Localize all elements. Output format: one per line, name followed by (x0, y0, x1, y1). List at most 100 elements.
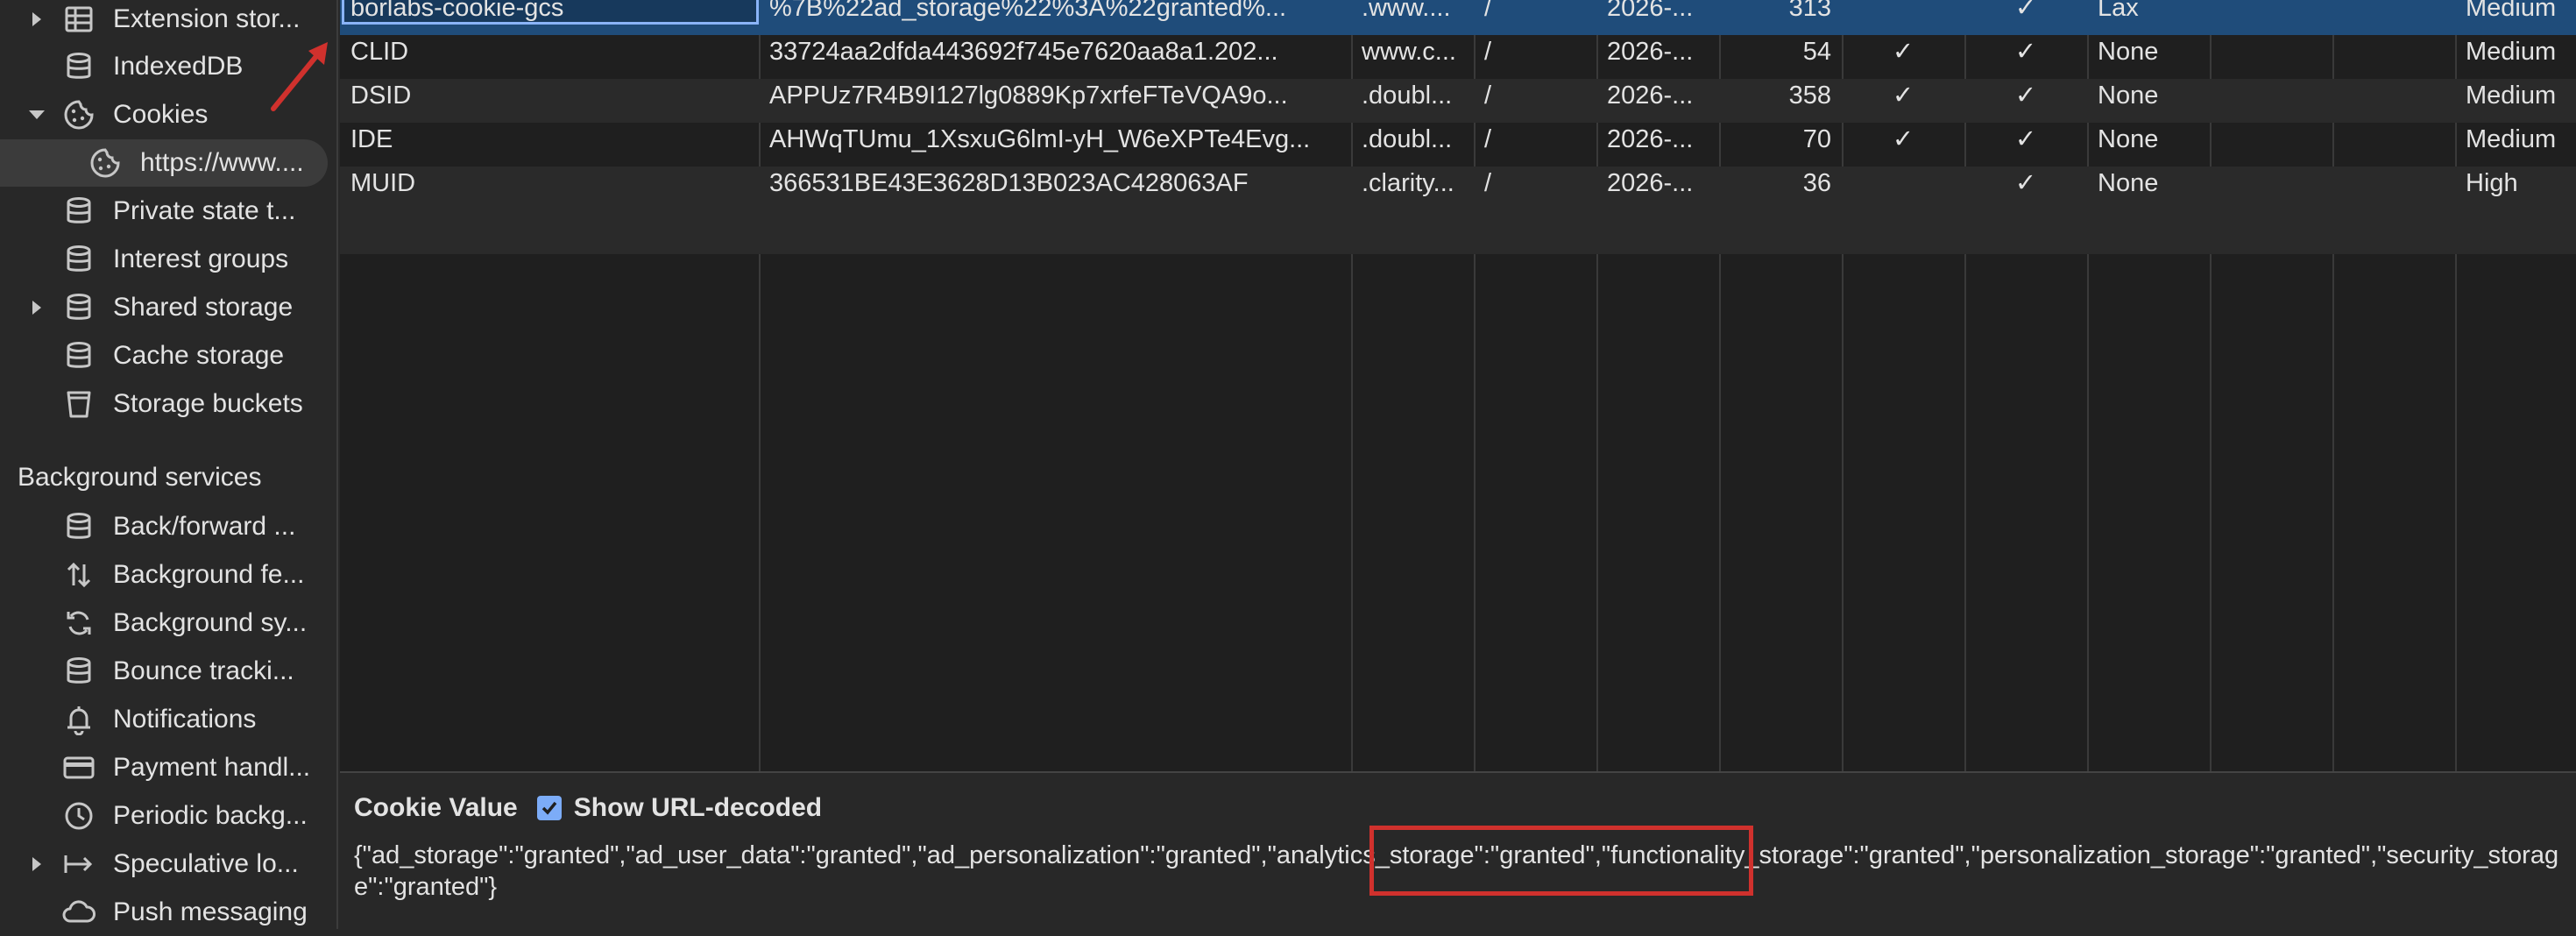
expand-triangle-icon[interactable] (28, 855, 46, 873)
cell-secure[interactable]: ✓ (1964, 123, 2087, 167)
sidebar-item-bounce-tracking[interactable]: Bounce tracki... (0, 648, 336, 695)
cell-name[interactable]: CLID (340, 35, 759, 79)
cell-name[interactable]: borlabs-cookie-gcs (340, 0, 759, 35)
cell-priority[interactable]: High (2455, 167, 2576, 210)
table-row[interactable]: borlabs-cookie-gcs %7B%22ad_storage%22%3… (340, 0, 2576, 35)
sidebar-item-label: Payment handl... (113, 753, 311, 782)
sidebar-item-interest-groups[interactable]: Interest groups (0, 236, 336, 283)
sidebar-item-payment-handler[interactable]: Payment handl... (0, 744, 336, 791)
bell-icon (60, 700, 98, 739)
cell-domain[interactable]: .doubl... (1351, 123, 1474, 167)
cell-size[interactable]: 36 (1719, 167, 1842, 210)
cell-name[interactable]: IDE (340, 123, 759, 167)
sidebar-item-label: Back/forward ... (113, 512, 296, 541)
cell-domain[interactable]: .www.... (1351, 0, 1474, 35)
cookie-value-before: {"ad_storage":"granted","ad_user_data":"… (354, 841, 1268, 869)
cell-priority[interactable]: Medium (2455, 35, 2576, 79)
sidebar-item-periodic-background-sync[interactable]: Periodic backg... (0, 792, 336, 840)
clock-icon (60, 797, 98, 835)
cell-path[interactable]: / (1474, 35, 1596, 79)
cell-samesite[interactable]: Lax (2087, 0, 2210, 35)
cell-value[interactable]: APPUz7R4B9I127lg0889Kp7xrfeFTeVQA9o... (759, 79, 1351, 123)
sidebar-item-label: Storage buckets (113, 389, 303, 418)
database-icon (60, 652, 98, 691)
database-icon (60, 288, 98, 327)
cell-size[interactable]: 358 (1719, 79, 1842, 123)
table-row[interactable]: DSID APPUz7R4B9I127lg0889Kp7xrfeFTeVQA9o… (340, 79, 2576, 123)
table-row[interactable]: IDE AHWqTUmu_1XsxuG6lmI-yH_W6eXPTe4Evg..… (340, 123, 2576, 167)
cell-samesite[interactable]: None (2087, 35, 2210, 79)
database-icon (60, 192, 98, 230)
cell-samesite[interactable]: None (2087, 123, 2210, 167)
cell-secure[interactable]: ✓ (1964, 79, 2087, 123)
cell-secure[interactable]: ✓ (1964, 0, 2087, 35)
cell-expires[interactable]: 2026-... (1596, 79, 1719, 123)
cell-name[interactable]: MUID (340, 167, 759, 210)
cell-name[interactable]: DSID (340, 79, 759, 123)
cell-samesite[interactable]: None (2087, 167, 2210, 210)
cell-value[interactable]: 366531BE43E3628D13B023AC428063AF (759, 167, 1351, 210)
collapse-triangle-icon[interactable] (28, 106, 46, 124)
cell-priority[interactable]: Medium (2455, 79, 2576, 123)
sidebar-item-shared-storage[interactable]: Shared storage (0, 284, 336, 331)
cell-priority[interactable]: Medium (2455, 0, 2576, 35)
empty-row[interactable] (340, 210, 2576, 254)
sidebar-item-background-sync[interactable]: Background sy... (0, 599, 336, 647)
cell-httponly[interactable]: ✓ (1842, 123, 1964, 167)
sidebar-item-storage-buckets[interactable]: Storage buckets (0, 380, 336, 428)
cell-size[interactable]: 54 (1719, 35, 1842, 79)
cell-expires[interactable]: 2026-... (1596, 0, 1719, 35)
show-url-decoded-label[interactable]: Show URL-decoded (574, 793, 822, 823)
cell-secure[interactable]: ✓ (1964, 167, 2087, 210)
cell-expires[interactable]: 2026-... (1596, 123, 1719, 167)
expand-triangle-icon[interactable] (28, 11, 46, 28)
sidebar-item-label: Private state t... (113, 196, 296, 225)
cell-value[interactable]: 33724aa2dfda443692f745e7620aa8a1.202... (759, 35, 1351, 79)
sidebar-item-cache-storage[interactable]: Cache storage (0, 332, 336, 379)
cell-path[interactable]: / (1474, 167, 1596, 210)
sidebar-item-label: Background sy... (113, 608, 308, 637)
cell-path[interactable]: / (1474, 79, 1596, 123)
cell-path[interactable]: / (1474, 123, 1596, 167)
sidebar-item-label: Interest groups (113, 245, 289, 273)
sidebar-item-label: IndexedDB (113, 52, 244, 81)
table-row[interactable]: MUID 366531BE43E3628D13B023AC428063AF .c… (340, 167, 2576, 210)
show-url-decoded-checkbox[interactable] (536, 796, 562, 820)
cell-domain[interactable]: .clarity... (1351, 167, 1474, 210)
cell-httponly[interactable]: ✓ (1842, 79, 1964, 123)
cell-httponly[interactable]: ✓ (1842, 35, 1964, 79)
cell-size[interactable]: 313 (1719, 0, 1842, 35)
expand-triangle-icon[interactable] (28, 299, 46, 316)
cell-httponly[interactable] (1842, 0, 1964, 35)
annotation-highlight-box (1369, 826, 1753, 896)
cell-expires[interactable]: 2026-... (1596, 35, 1719, 79)
section-title-background-services: Background services (18, 463, 262, 492)
database-icon (60, 240, 98, 279)
panel-title: Cookie Value (354, 793, 518, 822)
cell-value[interactable]: %7B%22ad_storage%22%3A%22granted%... (759, 0, 1351, 35)
sidebar-item-cookie-origin[interactable]: https://www.... (0, 139, 328, 187)
cell-priority[interactable]: Medium (2455, 123, 2576, 167)
cell-domain[interactable]: .doubl... (1351, 79, 1474, 123)
cell-secure[interactable]: ✓ (1964, 35, 2087, 79)
sidebar: Extension stor... IndexedDB Cookies http… (0, 0, 338, 929)
sidebar-item-background-fetch[interactable]: Background fe... (0, 551, 336, 599)
cell-domain[interactable]: www.c... (1351, 35, 1474, 79)
table-row[interactable]: CLID 33724aa2dfda443692f745e7620aa8a1.20… (340, 35, 2576, 79)
cell-expires[interactable]: 2026-... (1596, 167, 1719, 210)
sidebar-item-label: Speculative lo... (113, 849, 299, 878)
cell-samesite[interactable]: None (2087, 79, 2210, 123)
cell-httponly[interactable] (1842, 167, 1964, 210)
cell-value[interactable]: AHWqTUmu_1XsxuG6lmI-yH_W6eXPTe4Evg... (759, 123, 1351, 167)
sidebar-item-label: Periodic backg... (113, 801, 308, 830)
panel-header: Cookie Value Show URL-decoded (354, 791, 822, 826)
up-down-arrows-icon (60, 556, 98, 594)
sidebar-item-label: Shared storage (113, 293, 294, 322)
sidebar-item-notifications[interactable]: Notifications (0, 696, 336, 743)
database-icon (60, 337, 98, 375)
sidebar-item-back-forward-cache[interactable]: Back/forward ... (0, 503, 336, 550)
sidebar-item-private-state-tokens[interactable]: Private state t... (0, 188, 336, 235)
sidebar-item-speculative-loads[interactable]: Speculative lo... (0, 840, 336, 888)
cell-path[interactable]: / (1474, 0, 1596, 35)
cell-size[interactable]: 70 (1719, 123, 1842, 167)
